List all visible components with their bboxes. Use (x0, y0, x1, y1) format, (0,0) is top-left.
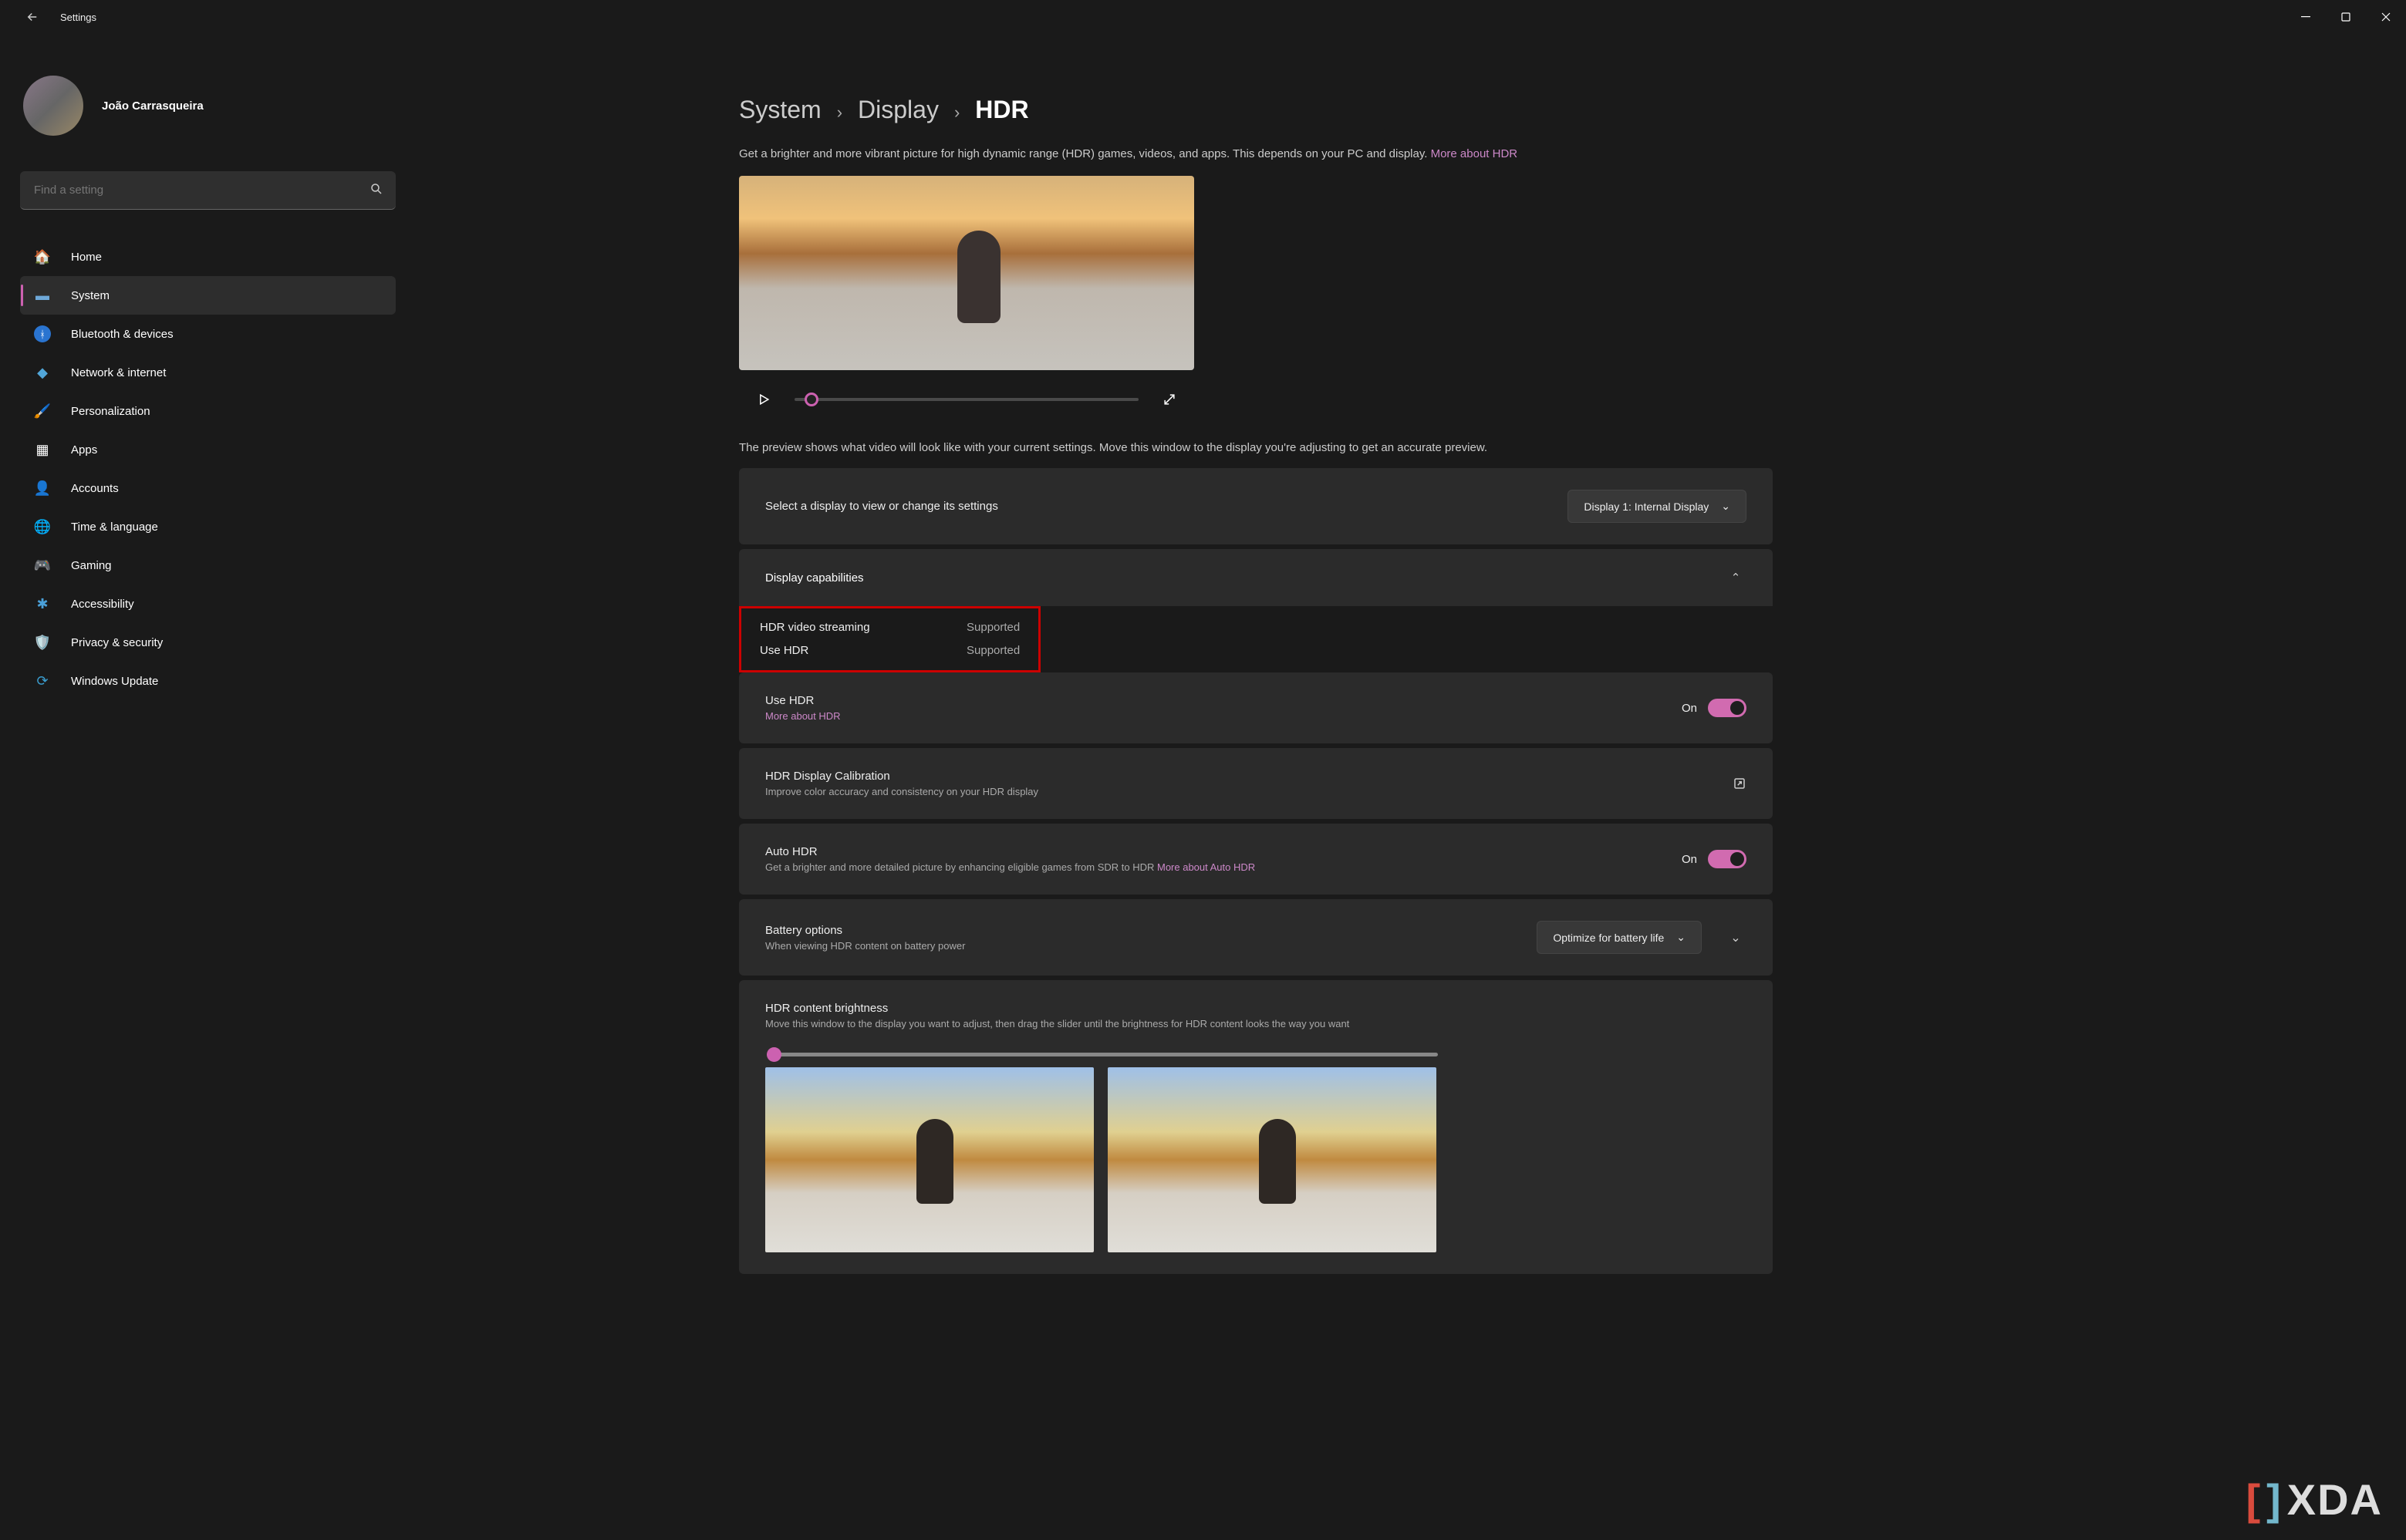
sidebar-item-label: Accounts (71, 482, 119, 495)
chevron-down-icon: ⌄ (1676, 931, 1686, 944)
sidebar-item-label: Time & language (71, 521, 158, 534)
sidebar-item-accounts[interactable]: 👤 Accounts (20, 469, 396, 507)
capability-value: Supported (967, 616, 1020, 639)
sidebar-item-label: Privacy & security (71, 636, 163, 649)
slider-thumb[interactable] (805, 393, 818, 406)
network-icon: ◆ (34, 364, 51, 381)
search-input[interactable] (20, 171, 396, 210)
capability-label: Use HDR (760, 639, 937, 662)
auto-hdr-status: On (1682, 853, 1697, 866)
auto-hdr-more-link[interactable]: More about Auto HDR (1157, 861, 1255, 873)
chevron-up-icon: ⌃ (1725, 571, 1746, 585)
window-title: Settings (60, 12, 96, 23)
accounts-icon: 👤 (34, 480, 51, 497)
sidebar-item-personalization[interactable]: 🖌️ Personalization (20, 392, 396, 430)
chevron-right-icon: › (954, 103, 960, 123)
auto-hdr-sub: Get a brighter and more detailed picture… (765, 861, 1255, 873)
hdr-calibration-title: HDR Display Calibration (765, 770, 1038, 783)
display-select-dropdown[interactable]: Display 1: Internal Display ⌄ (1567, 490, 1746, 523)
sidebar-item-network[interactable]: ◆ Network & internet (20, 353, 396, 392)
brightness-title: HDR content brightness (765, 1002, 1746, 1015)
auto-hdr-toggle[interactable] (1708, 850, 1746, 868)
sidebar-item-apps[interactable]: ▦ Apps (20, 430, 396, 469)
external-link-icon[interactable] (1733, 777, 1746, 790)
expand-chevron-icon[interactable]: ⌄ (1725, 930, 1746, 945)
sidebar-item-privacy[interactable]: 🛡️ Privacy & security (20, 623, 396, 662)
brightness-slider[interactable] (767, 1053, 1438, 1056)
brightness-sub: Move this window to the display you want… (765, 1018, 1746, 1029)
sidebar-item-label: Gaming (71, 559, 112, 572)
hdr-calibration-row[interactable]: HDR Display Calibration Improve color ac… (739, 748, 1773, 819)
accessibility-icon: ✱ (34, 595, 51, 612)
brightness-preview-left (765, 1067, 1094, 1252)
sidebar-item-label: System (71, 289, 110, 302)
sidebar-item-label: Bluetooth & devices (71, 328, 174, 341)
preview-slider[interactable] (795, 398, 1139, 401)
minimize-button[interactable] (2286, 0, 2326, 34)
hdr-preview-video (739, 176, 1194, 370)
brightness-preview-right (1108, 1067, 1436, 1252)
page-description: Get a brighter and more vibrant picture … (739, 147, 1773, 160)
system-icon: ▬ (34, 287, 51, 304)
avatar (23, 76, 83, 136)
use-hdr-more-link[interactable]: More about HDR (765, 710, 841, 722)
privacy-icon: 🛡️ (34, 634, 51, 651)
capability-value: Supported (967, 639, 1020, 662)
battery-options-dropdown[interactable]: Optimize for battery life ⌄ (1537, 921, 1702, 954)
display-capabilities-header[interactable]: Display capabilities ⌃ (739, 549, 1773, 606)
auto-hdr-title: Auto HDR (765, 845, 1255, 858)
sidebar-item-update[interactable]: ⟳ Windows Update (20, 662, 396, 700)
user-profile[interactable]: João Carrasqueira (23, 76, 395, 136)
play-button[interactable] (750, 386, 778, 413)
sidebar-item-home[interactable]: 🏠 Home (20, 238, 396, 276)
brightness-slider-thumb[interactable] (767, 1047, 781, 1062)
sidebar-item-time[interactable]: 🌐 Time & language (20, 507, 396, 546)
maximize-button[interactable] (2326, 0, 2366, 34)
close-button[interactable] (2366, 0, 2406, 34)
update-icon: ⟳ (34, 672, 51, 689)
battery-options-sub: When viewing HDR content on battery powe… (765, 940, 965, 952)
use-hdr-status: On (1682, 702, 1697, 715)
sidebar-item-system[interactable]: ▬ System (20, 276, 396, 315)
sidebar-item-label: Apps (71, 443, 97, 457)
home-icon: 🏠 (34, 248, 51, 265)
hdr-calibration-sub: Improve color accuracy and consistency o… (765, 786, 1038, 797)
back-button[interactable] (19, 10, 46, 24)
sidebar-item-label: Accessibility (71, 598, 134, 611)
xda-watermark: []XDA (2246, 1474, 2383, 1525)
apps-icon: ▦ (34, 441, 51, 458)
time-icon: 🌐 (34, 518, 51, 535)
display-select-label: Select a display to view or change its s… (765, 500, 998, 513)
sidebar-item-bluetooth[interactable]: ᚼ Bluetooth & devices (20, 315, 396, 353)
user-name: João Carrasqueira (102, 99, 204, 113)
sidebar-item-label: Home (71, 251, 102, 264)
page-title: HDR (975, 96, 1028, 124)
preview-hint: The preview shows what video will look l… (739, 441, 1773, 454)
breadcrumb: System › Display › HDR (739, 96, 1773, 124)
more-about-hdr-link[interactable]: More about HDR (1431, 147, 1518, 160)
breadcrumb-display[interactable]: Display (858, 96, 939, 124)
sidebar-item-accessibility[interactable]: ✱ Accessibility (20, 585, 396, 623)
personalization-icon: 🖌️ (34, 403, 51, 420)
fullscreen-button[interactable] (1156, 386, 1183, 413)
sidebar-item-label: Network & internet (71, 366, 166, 379)
breadcrumb-system[interactable]: System (739, 96, 822, 124)
capability-label: HDR video streaming (760, 616, 937, 639)
sidebar-item-label: Windows Update (71, 675, 158, 688)
display-capabilities-table: HDR video streaming Supported Use HDR Su… (739, 606, 1041, 672)
sidebar-item-label: Personalization (71, 405, 150, 418)
gaming-icon: 🎮 (34, 557, 51, 574)
chevron-down-icon: ⌄ (1721, 500, 1730, 513)
use-hdr-toggle[interactable] (1708, 699, 1746, 717)
chevron-right-icon: › (837, 103, 842, 123)
sidebar-item-gaming[interactable]: 🎮 Gaming (20, 546, 396, 585)
search-icon (370, 182, 383, 196)
bluetooth-icon: ᚼ (34, 325, 51, 342)
battery-options-title: Battery options (765, 924, 965, 937)
use-hdr-title: Use HDR (765, 694, 841, 707)
